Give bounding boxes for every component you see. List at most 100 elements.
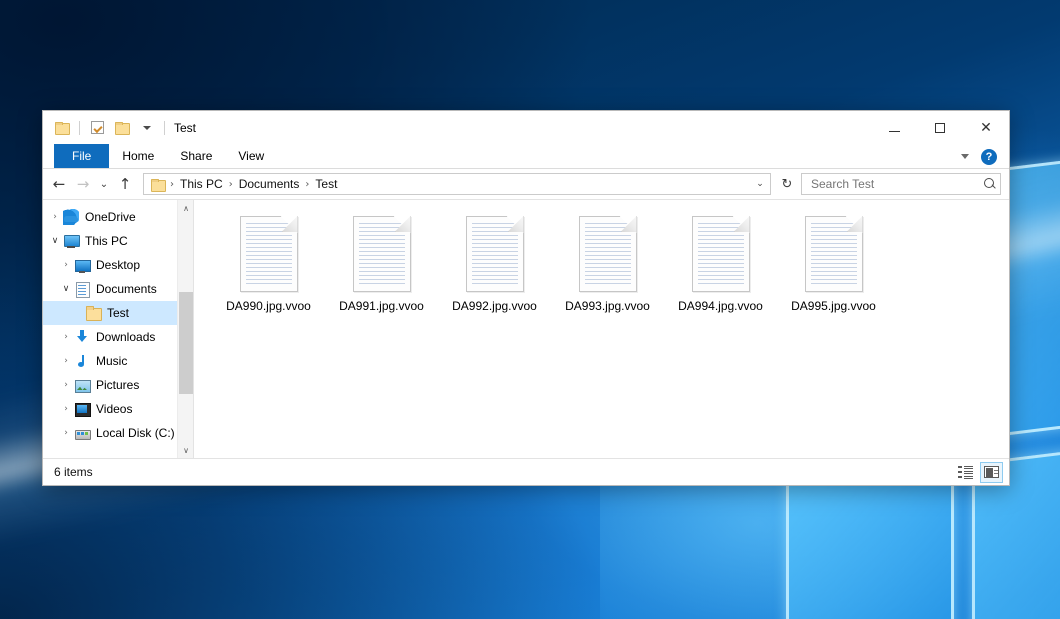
window-controls: ✕ <box>871 111 1009 144</box>
navigation-pane-scrollbar[interactable]: ∧ ∨ <box>177 200 193 458</box>
list-item[interactable]: DA994.jpg.vvoo <box>664 214 777 330</box>
list-item[interactable]: DA992.jpg.vvoo <box>438 214 551 330</box>
search-icon[interactable] <box>984 178 996 190</box>
chevron-right-icon[interactable]: › <box>58 404 74 414</box>
forward-button[interactable]: → <box>71 172 95 196</box>
videos-icon <box>74 401 90 417</box>
chevron-down-icon[interactable]: ∨ <box>58 284 74 294</box>
generic-document-icon <box>805 216 863 292</box>
help-icon[interactable]: ? <box>981 149 997 165</box>
tab-file[interactable]: File <box>54 144 109 168</box>
sidebar-item-pictures[interactable]: › Pictures <box>43 373 193 397</box>
sidebar-item-desktop[interactable]: › Desktop <box>43 253 193 277</box>
toolbar-divider-2 <box>164 121 165 135</box>
folder-icon <box>151 179 165 190</box>
chevron-down-icon[interactable]: ∨ <box>47 236 63 246</box>
scrollbar-thumb[interactable] <box>179 292 193 394</box>
minimize-button[interactable] <box>871 111 917 144</box>
chevron-right-icon[interactable]: › <box>58 380 74 390</box>
recent-locations-button[interactable]: ⌄ <box>95 172 113 196</box>
properties-checkbox-icon[interactable] <box>87 118 107 138</box>
chevron-right-icon[interactable]: › <box>58 356 74 366</box>
sidebar-item-label: Documents <box>96 282 157 296</box>
folder-icon <box>85 305 101 321</box>
file-name-label: DA990.jpg.vvoo <box>226 299 311 313</box>
onedrive-icon <box>63 209 79 225</box>
tab-view[interactable]: View <box>225 144 277 168</box>
ribbon-tab-strip: File Home Share View ? <box>43 144 1009 169</box>
chevron-down-icon[interactable] <box>961 154 969 159</box>
this-pc-icon <box>63 233 79 249</box>
scroll-down-icon[interactable]: ∨ <box>178 442 194 458</box>
close-icon: ✕ <box>980 121 992 135</box>
navigation-pane: › OneDrive ∨ This PC › Desktop ∨ <box>43 200 194 458</box>
quick-access-toolbar: Test <box>43 111 196 144</box>
sidebar-item-this-pc[interactable]: ∨ This PC <box>43 229 193 253</box>
scroll-up-icon[interactable]: ∧ <box>178 200 194 216</box>
breadcrumb-separator[interactable]: › <box>302 179 312 190</box>
search-box[interactable] <box>801 173 1001 195</box>
tab-share[interactable]: Share <box>167 144 225 168</box>
ribbon-right-controls: ? <box>961 144 1003 169</box>
breadcrumb-separator[interactable]: › <box>226 179 236 190</box>
chevron-right-icon[interactable]: › <box>58 332 74 342</box>
list-item[interactable]: DA990.jpg.vvoo <box>212 214 325 330</box>
sidebar-item-downloads[interactable]: › Downloads <box>43 325 193 349</box>
details-view-button[interactable] <box>954 462 977 483</box>
file-grid: DA990.jpg.vvoo DA991.jpg.vvoo <box>212 214 1009 330</box>
sidebar-item-local-disk-c[interactable]: › Local Disk (C:) <box>43 421 193 445</box>
maximize-button[interactable] <box>917 111 963 144</box>
window-title: Test <box>174 121 196 135</box>
list-item[interactable]: DA991.jpg.vvoo <box>325 214 438 330</box>
sidebar-item-label: OneDrive <box>85 210 136 224</box>
toolbar-divider <box>79 121 80 135</box>
chevron-right-icon[interactable]: › <box>47 212 63 222</box>
title-bar[interactable]: Test ✕ <box>43 111 1009 144</box>
sidebar-item-label: Test <box>107 306 129 320</box>
sidebar-item-label: Desktop <box>96 258 140 272</box>
desktop-icon <box>74 257 90 273</box>
file-name-label: DA992.jpg.vvoo <box>452 299 537 313</box>
chevron-right-icon[interactable]: › <box>58 428 74 438</box>
file-name-label: DA991.jpg.vvoo <box>339 299 424 313</box>
tab-home[interactable]: Home <box>109 144 167 168</box>
generic-document-icon <box>466 216 524 292</box>
breadcrumb-test[interactable]: Test <box>312 177 340 191</box>
sidebar-item-test[interactable]: Test <box>43 301 193 325</box>
search-input[interactable] <box>809 176 984 192</box>
pictures-icon <box>74 377 90 393</box>
list-item[interactable]: DA993.jpg.vvoo <box>551 214 664 330</box>
sidebar-item-label: Pictures <box>96 378 139 392</box>
refresh-button[interactable]: ↻ <box>775 173 799 195</box>
breadcrumb-separator[interactable]: › <box>167 179 177 190</box>
address-bar-right: ⌄ <box>750 174 770 194</box>
sidebar-item-documents[interactable]: ∨ Documents <box>43 277 193 301</box>
breadcrumb-this-pc[interactable]: This PC <box>177 177 226 191</box>
address-bar[interactable]: › This PC › Documents › Test ⌄ <box>143 173 771 195</box>
sidebar-item-videos[interactable]: › Videos <box>43 397 193 421</box>
close-button[interactable]: ✕ <box>963 111 1009 144</box>
back-button[interactable]: ← <box>47 172 71 196</box>
file-name-label: DA995.jpg.vvoo <box>791 299 876 313</box>
music-icon <box>74 353 90 369</box>
up-button[interactable]: ↑ <box>113 172 137 196</box>
list-item[interactable]: DA995.jpg.vvoo <box>777 214 890 330</box>
navigation-tree: › OneDrive ∨ This PC › Desktop ∨ <box>43 200 193 445</box>
new-folder-icon[interactable] <box>112 118 132 138</box>
view-mode-buttons <box>954 462 1003 483</box>
file-name-label: DA994.jpg.vvoo <box>678 299 763 313</box>
sidebar-item-onedrive[interactable]: › OneDrive <box>43 205 193 229</box>
folder-icon[interactable] <box>52 118 72 138</box>
file-list-view[interactable]: DA990.jpg.vvoo DA991.jpg.vvoo <box>194 200 1009 458</box>
sidebar-item-label: Music <box>96 354 127 368</box>
chevron-down-icon[interactable] <box>137 118 157 138</box>
chevron-right-icon[interactable]: › <box>58 260 74 270</box>
address-bar-row: ← → ⌄ ↑ › This PC › Documents › Test ⌄ ↻ <box>43 169 1009 199</box>
generic-document-icon <box>240 216 298 292</box>
large-icons-view-button[interactable] <box>980 462 1003 483</box>
sidebar-item-label: Downloads <box>96 330 155 344</box>
sidebar-item-music[interactable]: › Music <box>43 349 193 373</box>
chevron-down-icon[interactable]: ⌄ <box>750 174 770 194</box>
documents-icon <box>74 281 90 297</box>
breadcrumb-documents[interactable]: Documents <box>236 177 303 191</box>
